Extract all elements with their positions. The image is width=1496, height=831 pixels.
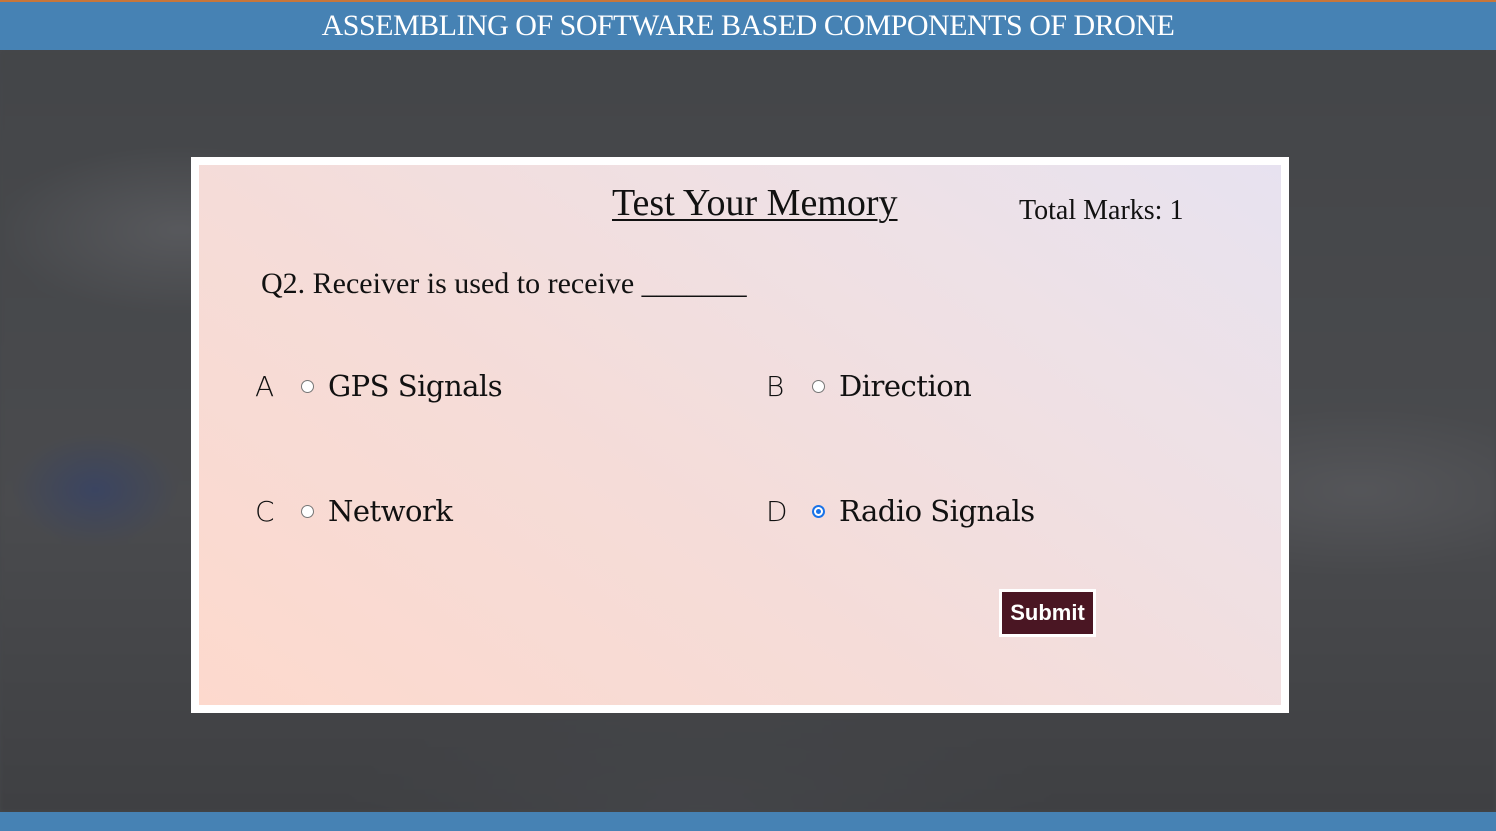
option-c-radio[interactable] bbox=[301, 504, 314, 518]
option-a-letter: A bbox=[255, 369, 275, 403]
quiz-modal: Test Your Memory Total Marks: 1 Q2. Rece… bbox=[191, 157, 1289, 713]
quiz-panel: Test Your Memory Total Marks: 1 Q2. Rece… bbox=[199, 165, 1281, 705]
footer-bar bbox=[0, 812, 1496, 831]
total-marks: Total Marks: 1 bbox=[1019, 195, 1184, 226]
submit-button[interactable]: Submit bbox=[999, 589, 1096, 637]
option-d-radio[interactable] bbox=[812, 504, 825, 518]
option-b-text: Direction bbox=[839, 369, 972, 403]
option-b[interactable]: B Direction bbox=[766, 369, 972, 403]
header-title: ASSEMBLING OF SOFTWARE BASED COMPONENTS … bbox=[321, 9, 1175, 42]
option-b-letter: B bbox=[766, 369, 785, 403]
quiz-title: Test Your Memory bbox=[612, 182, 898, 224]
option-a-radio[interactable] bbox=[301, 379, 314, 393]
option-d-letter: D bbox=[766, 494, 788, 528]
header-bar: ASSEMBLING OF SOFTWARE BASED COMPONENTS … bbox=[0, 0, 1496, 50]
option-b-radio[interactable] bbox=[812, 379, 825, 393]
option-c-letter: C bbox=[255, 494, 275, 528]
option-c[interactable]: C Network bbox=[255, 494, 453, 528]
option-d[interactable]: D Radio Signals bbox=[766, 494, 1035, 528]
question-text: Q2. Receiver is used to receive _______ bbox=[261, 267, 747, 300]
option-d-text: Radio Signals bbox=[839, 494, 1035, 528]
option-a-text: GPS Signals bbox=[328, 369, 503, 403]
option-a[interactable]: A GPS Signals bbox=[255, 369, 503, 403]
page: ASSEMBLING OF SOFTWARE BASED COMPONENTS … bbox=[0, 0, 1496, 831]
option-c-text: Network bbox=[328, 494, 453, 528]
